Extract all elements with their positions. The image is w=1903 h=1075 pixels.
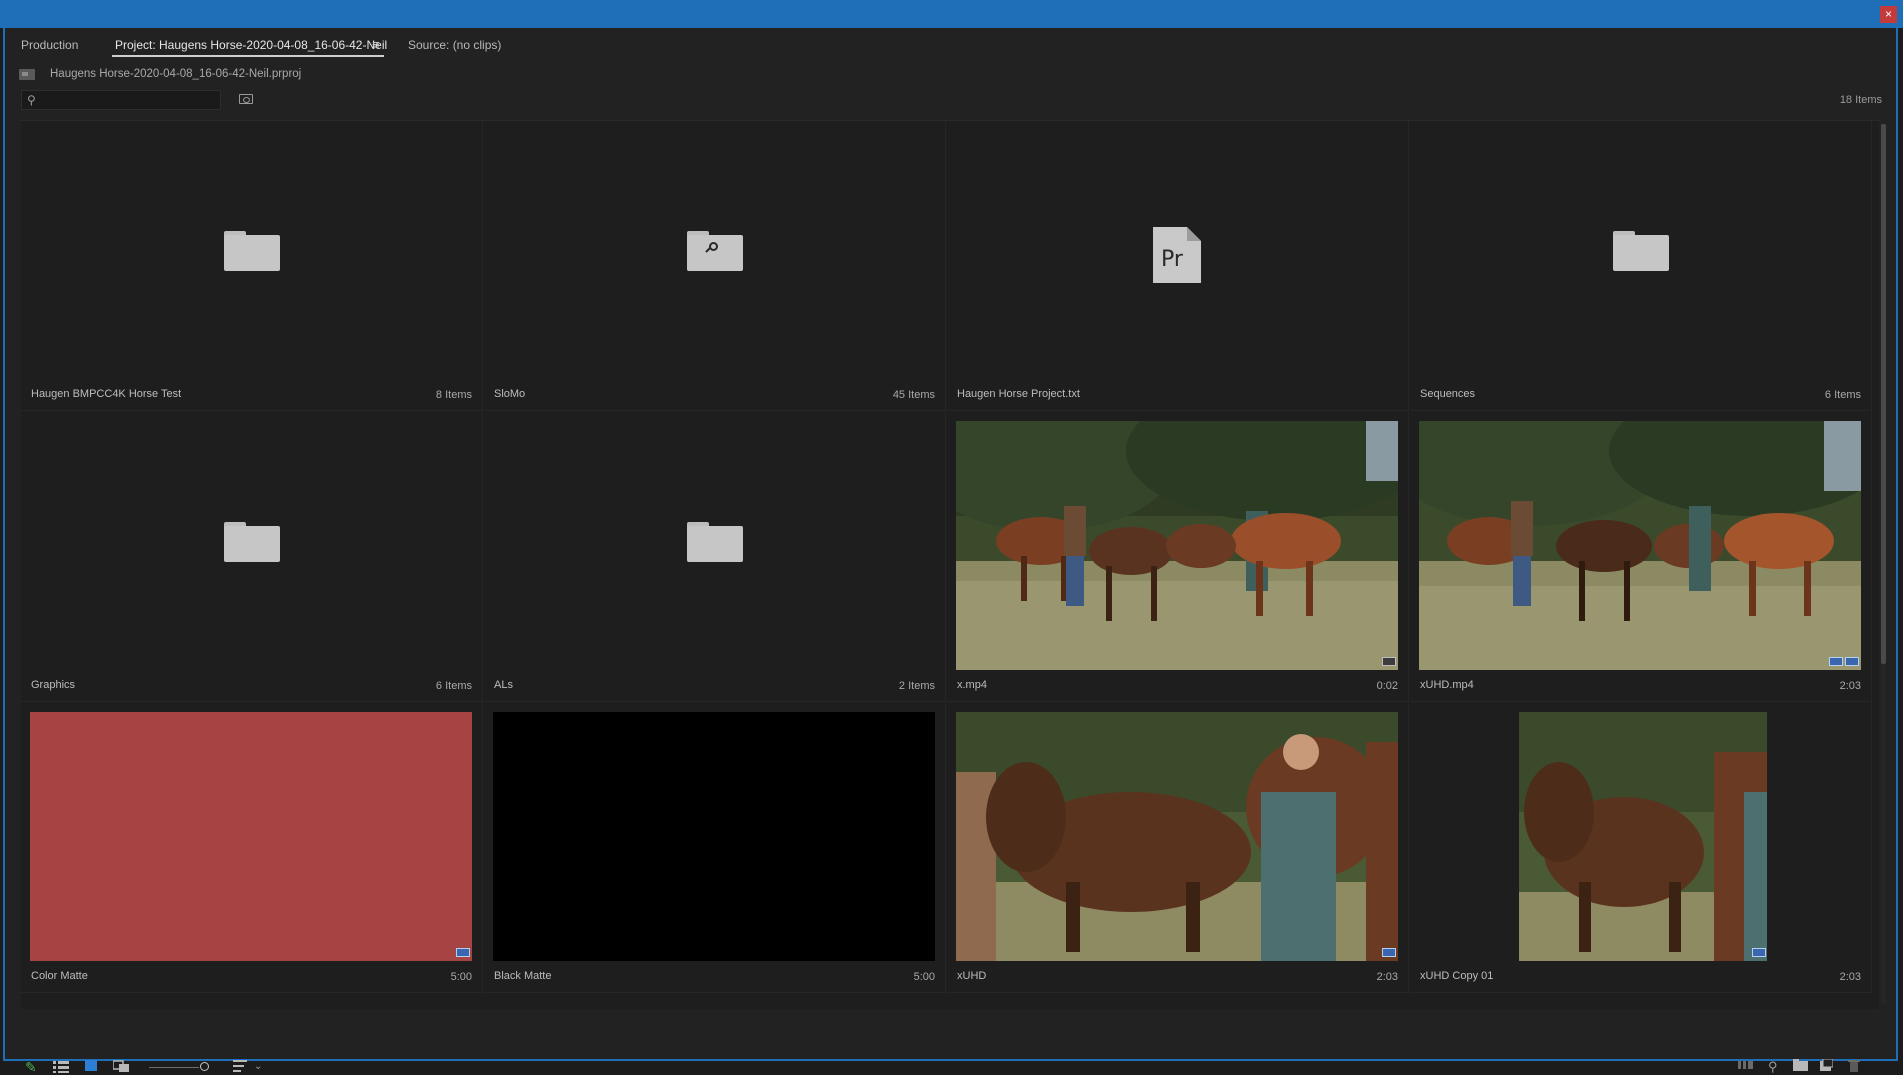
clip-type-icon bbox=[1845, 657, 1859, 666]
new-search-bin-icon[interactable] bbox=[239, 94, 253, 104]
folder-icon bbox=[1613, 231, 1669, 271]
grid-item-folder[interactable]: Haugen BMPCC4K Horse Test 8 Items bbox=[21, 121, 483, 411]
search-bin-icon bbox=[687, 231, 743, 271]
panel-menu-icon[interactable]: ≡ bbox=[372, 37, 380, 52]
item-name: Black Matte bbox=[494, 970, 552, 982]
item-name: xUHD bbox=[957, 970, 987, 982]
freeform-view-icon[interactable] bbox=[113, 1060, 129, 1072]
item-duration: 5:00 bbox=[913, 971, 935, 983]
clip-type-icon bbox=[1382, 657, 1396, 666]
item-name: Haugen Horse Project.txt bbox=[957, 388, 1080, 400]
item-count: 8 Items bbox=[435, 389, 472, 401]
tab-project[interactable]: Project: Haugens Horse-2020-04-08_16-06-… bbox=[115, 38, 387, 52]
new-item-icon[interactable] bbox=[1820, 1059, 1833, 1071]
search-input[interactable] bbox=[42, 92, 218, 110]
clip-type-icon bbox=[456, 948, 470, 957]
grid-item-sequence[interactable]: xUHD Copy 01 2:03 bbox=[1410, 703, 1872, 993]
zoom-slider-handle[interactable] bbox=[200, 1062, 209, 1071]
item-count: 45 Items bbox=[892, 389, 935, 401]
matte-thumbnail-black bbox=[493, 712, 935, 961]
grid-item-file[interactable]: Pr Haugen Horse Project.txt bbox=[947, 121, 1409, 411]
search-field[interactable]: ⚲ bbox=[21, 90, 221, 110]
window-title-bar: × bbox=[0, 0, 1903, 28]
item-name: xUHD.mp4 bbox=[1420, 679, 1474, 691]
automate-to-sequence-icon[interactable] bbox=[1738, 1059, 1754, 1071]
search-icon: ⚲ bbox=[27, 93, 36, 107]
item-name: Graphics bbox=[31, 679, 76, 691]
grid-item-search-bin[interactable]: SloMo 45 Items bbox=[484, 121, 946, 411]
item-count: 6 Items bbox=[1824, 389, 1861, 401]
item-name: Sequences bbox=[1420, 388, 1476, 400]
close-window-button[interactable]: × bbox=[1880, 6, 1897, 23]
grid-item-folder[interactable]: ALs 2 Items bbox=[484, 412, 946, 702]
sort-icons-icon[interactable] bbox=[233, 1060, 247, 1072]
project-file-icon bbox=[19, 69, 35, 80]
folder-icon bbox=[687, 522, 743, 562]
tab-production[interactable]: Production bbox=[21, 38, 78, 52]
find-icon[interactable]: ⚲ bbox=[1768, 1059, 1778, 1075]
audio-video-icon bbox=[1829, 657, 1843, 666]
sequence-type-icon bbox=[1382, 948, 1396, 957]
item-duration: 2:03 bbox=[1376, 971, 1398, 983]
tab-source[interactable]: Source: (no clips) bbox=[408, 38, 501, 52]
grid-item-folder[interactable]: Sequences 6 Items bbox=[1410, 121, 1872, 411]
zoom-slider-track[interactable] bbox=[149, 1067, 199, 1068]
folder-icon bbox=[224, 231, 280, 271]
scrollbar-thumb[interactable] bbox=[1881, 124, 1886, 664]
sequence-type-icon bbox=[1752, 948, 1766, 957]
new-bin-icon[interactable] bbox=[1793, 1059, 1808, 1071]
premiere-file-icon: Pr bbox=[1153, 227, 1201, 283]
sequence-thumbnail bbox=[956, 712, 1398, 961]
clip-thumbnail bbox=[956, 421, 1398, 670]
item-name: x.mp4 bbox=[957, 679, 987, 691]
folder-icon bbox=[224, 522, 280, 562]
items-count: 18 Items bbox=[1839, 94, 1882, 106]
grid-item-folder[interactable]: Graphics 6 Items bbox=[21, 412, 483, 702]
matte-thumbnail-color bbox=[30, 712, 472, 961]
sort-dropdown-chevron-icon[interactable]: ⌄ bbox=[254, 1061, 262, 1072]
sequence-thumbnail bbox=[1419, 712, 1861, 961]
clip-thumbnail bbox=[1419, 421, 1861, 670]
item-count: 6 Items bbox=[435, 680, 472, 692]
item-name: xUHD Copy 01 bbox=[1420, 970, 1494, 982]
item-name: ALs bbox=[494, 679, 513, 691]
item-name: Color Matte bbox=[31, 970, 88, 982]
grid-item-clip[interactable]: x.mp4 0:02 bbox=[947, 412, 1409, 702]
write-protect-icon[interactable]: ✎ bbox=[25, 1060, 39, 1074]
grid-item-sequence[interactable]: xUHD 2:03 bbox=[947, 703, 1409, 993]
item-duration: 5:00 bbox=[450, 971, 472, 983]
grid-item-matte[interactable]: Black Matte 5:00 bbox=[484, 703, 946, 993]
item-duration: 2:03 bbox=[1839, 971, 1861, 983]
project-file-name: Haugens Horse-2020-04-08_16-06-42-Neil.p… bbox=[50, 68, 302, 80]
grid-item-matte[interactable]: Color Matte 5:00 bbox=[21, 703, 483, 993]
active-tab-indicator bbox=[112, 55, 384, 57]
item-duration: 2:03 bbox=[1839, 680, 1861, 692]
project-items-grid: Haugen BMPCC4K Horse Test 8 Items SloMo … bbox=[21, 120, 1879, 1009]
list-view-icon[interactable] bbox=[53, 1061, 69, 1073]
grid-item-clip[interactable]: xUHD.mp4 2:03 bbox=[1410, 412, 1872, 702]
item-name: SloMo bbox=[494, 388, 526, 400]
item-name: Haugen BMPCC4K Horse Test bbox=[31, 388, 182, 400]
item-count: 2 Items bbox=[898, 680, 935, 692]
project-panel: Production Project: Haugens Horse-2020-0… bbox=[3, 28, 1898, 1074]
item-duration: 0:02 bbox=[1376, 680, 1398, 692]
panel-tab-bar: Production Project: Haugens Horse-2020-0… bbox=[5, 28, 1896, 58]
